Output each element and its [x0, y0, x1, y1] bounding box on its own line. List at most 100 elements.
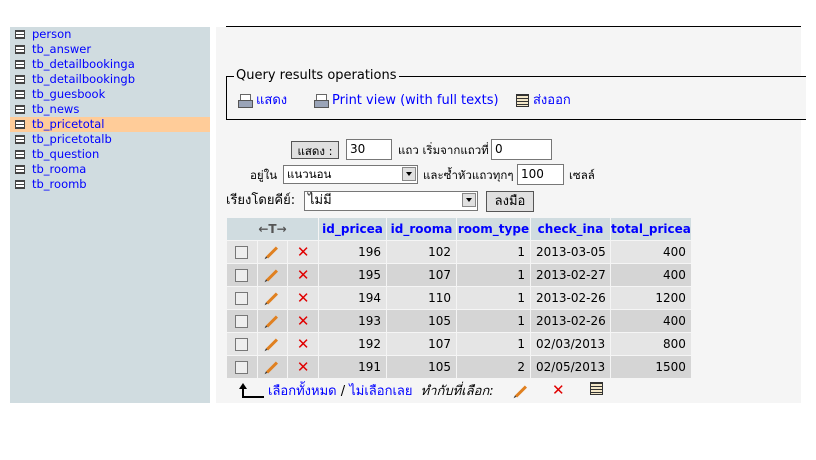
- delete-selected-button[interactable]: ✕: [552, 383, 572, 401]
- table-cell: 1500: [611, 356, 691, 378]
- row-checkbox[interactable]: [235, 361, 249, 374]
- repeat-headers-input[interactable]: 100: [517, 164, 564, 185]
- table-icon[interactable]: [15, 135, 25, 144]
- table-cell: 1: [457, 333, 530, 355]
- delete-x-icon[interactable]: ✕: [297, 358, 310, 376]
- edit-selected-button[interactable]: [514, 383, 534, 401]
- print-icon: [238, 94, 253, 108]
- delete-x-icon[interactable]: ✕: [297, 243, 310, 261]
- delete-x-icon[interactable]: ✕: [297, 312, 310, 330]
- table-icon[interactable]: [15, 30, 25, 39]
- pencil-icon[interactable]: [266, 361, 279, 374]
- sidebar-table-item[interactable]: tb_answer: [10, 42, 210, 57]
- pencil-icon[interactable]: [266, 269, 279, 282]
- print-link-label: แสดง: [256, 93, 288, 108]
- pencil-icon[interactable]: [266, 246, 279, 259]
- print-link[interactable]: แสดง: [238, 92, 287, 110]
- pencil-icon[interactable]: [266, 292, 279, 305]
- top-divider: [226, 26, 801, 27]
- delete-x-icon[interactable]: ✕: [297, 289, 310, 307]
- table-cell: 400: [611, 264, 691, 286]
- delete-x-icon[interactable]: ✕: [297, 266, 310, 284]
- table-icon[interactable]: [15, 105, 25, 114]
- left-right-arrows-icon: ←T→: [258, 222, 287, 236]
- row-checkbox[interactable]: [235, 315, 249, 328]
- pencil-icon: [514, 385, 527, 398]
- table-icon[interactable]: [15, 45, 25, 54]
- check-all-link[interactable]: เลือกทั้งหมด: [268, 384, 337, 399]
- table-icon[interactable]: [15, 75, 25, 84]
- sidebar-table-item[interactable]: tb_detailbookingb: [10, 72, 210, 87]
- sidebar-table-label[interactable]: tb_detailbookinga: [32, 57, 135, 72]
- table-row: ✕ 195 107 1 2013-02-27 400: [227, 264, 691, 286]
- sidebar-table-item[interactable]: tb_roomb: [10, 177, 210, 192]
- print-view-full-label: Print view (with full texts): [332, 93, 499, 108]
- export-link[interactable]: ส่งออก: [516, 92, 571, 110]
- uncheck-all-link[interactable]: ไม่เลือกเลย: [349, 384, 412, 399]
- go-button[interactable]: ลงมือ: [486, 191, 534, 212]
- sidebar-table-label[interactable]: tb_roomb: [32, 177, 87, 192]
- sidebar-table-label[interactable]: tb_detailbookingb: [32, 72, 135, 87]
- pencil-icon[interactable]: [266, 338, 279, 351]
- export-selected-button[interactable]: [590, 382, 606, 401]
- row-delete-cell: ✕: [288, 264, 318, 286]
- table-cell: 102: [387, 241, 456, 263]
- column-header[interactable]: room_type: [457, 218, 530, 240]
- sidebar-table-item[interactable]: tb_pricetotal: [10, 117, 210, 132]
- table-cell: 107: [387, 333, 456, 355]
- table-cell: 2013-02-27: [531, 264, 610, 286]
- row-checkbox[interactable]: [235, 292, 249, 305]
- column-header[interactable]: total_pricea: [611, 218, 691, 240]
- table-cell: 400: [611, 241, 691, 263]
- delete-x-icon[interactable]: ✕: [297, 335, 310, 353]
- table-icon[interactable]: [15, 60, 25, 69]
- sort-key-select[interactable]: ไม่มี: [304, 191, 478, 211]
- export-icon: [516, 94, 529, 107]
- column-nav-arrows[interactable]: ←T→: [227, 218, 318, 240]
- sidebar-table-label[interactable]: tb_answer: [32, 42, 91, 57]
- table-cell: 196: [319, 241, 386, 263]
- results-header-row: ←T→ id_pricea id_rooma room_type check_i…: [227, 218, 691, 240]
- sidebar-table-label[interactable]: tb_news: [32, 102, 79, 117]
- sidebar-table-label[interactable]: person: [32, 27, 71, 42]
- sidebar-table-item[interactable]: person: [10, 27, 210, 42]
- sidebar-table-item[interactable]: tb_question: [10, 147, 210, 162]
- row-delete-cell: ✕: [288, 241, 318, 263]
- table-list: person tb_answer tb_detailbookinga tb_detai…: [10, 27, 210, 192]
- row-checkbox[interactable]: [235, 338, 249, 351]
- print-icon: [314, 94, 329, 108]
- row-checkbox-cell: [227, 310, 257, 332]
- sidebar-table-item[interactable]: tb_pricetotalb: [10, 132, 210, 147]
- rows-count-input[interactable]: 30: [346, 139, 392, 160]
- row-checkbox[interactable]: [235, 246, 249, 259]
- row-delete-cell: ✕: [288, 333, 318, 355]
- sidebar-table-label[interactable]: tb_rooma: [32, 162, 86, 177]
- table-cell: 2013-02-26: [531, 287, 610, 309]
- sidebar-table-label[interactable]: tb_pricetotal: [32, 117, 104, 132]
- sidebar-table-item[interactable]: tb_guesbook: [10, 87, 210, 102]
- row-checkbox[interactable]: [235, 269, 249, 282]
- sidebar-table-item[interactable]: tb_detailbookinga: [10, 57, 210, 72]
- print-view-full-link[interactable]: Print view (with full texts): [314, 92, 499, 110]
- table-icon[interactable]: [15, 120, 25, 129]
- column-header[interactable]: check_ina: [531, 218, 610, 240]
- sidebar-table-item[interactable]: tb_rooma: [10, 162, 210, 177]
- table-row: ✕ 192 107 1 02/03/2013 800: [227, 333, 691, 355]
- table-icon[interactable]: [15, 90, 25, 99]
- column-header[interactable]: id_rooma: [387, 218, 456, 240]
- start-row-input[interactable]: 0: [491, 139, 552, 160]
- table-icon[interactable]: [15, 180, 25, 189]
- sidebar-table-label[interactable]: tb_pricetotalb: [32, 132, 112, 147]
- mode-select[interactable]: แนวนอน: [283, 165, 418, 184]
- pencil-icon[interactable]: [266, 315, 279, 328]
- table-icon[interactable]: [15, 150, 25, 159]
- table-icon[interactable]: [15, 165, 25, 174]
- sidebar-table-label[interactable]: tb_question: [32, 147, 99, 162]
- row-checkbox-cell: [227, 356, 257, 378]
- column-header[interactable]: id_pricea: [319, 218, 386, 240]
- sidebar-table-label[interactable]: tb_guesbook: [32, 87, 105, 102]
- sidebar-table-item[interactable]: tb_news: [10, 102, 210, 117]
- table-cell: 1: [457, 264, 530, 286]
- row-checkbox-cell: [227, 264, 257, 286]
- show-button[interactable]: แสดง :: [291, 141, 339, 159]
